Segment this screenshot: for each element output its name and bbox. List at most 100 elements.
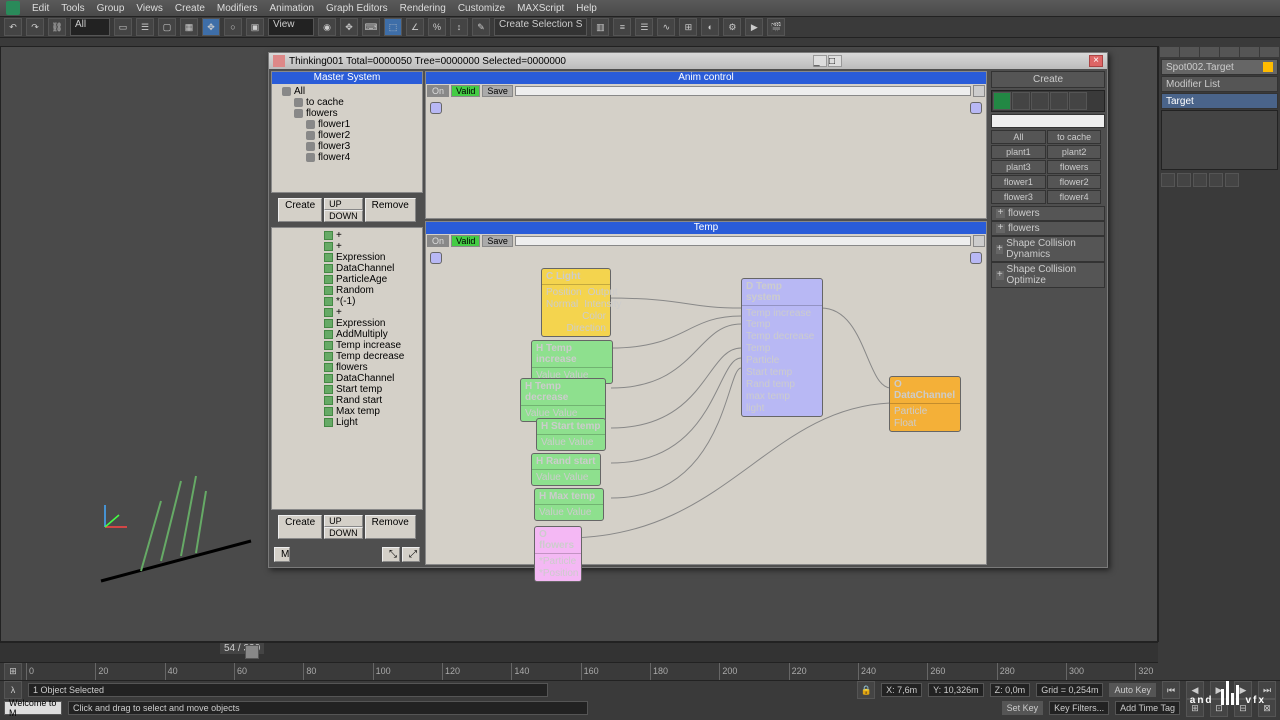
window-crossing-icon[interactable]: ▦	[180, 18, 198, 36]
cat-4-icon[interactable]	[1050, 92, 1068, 110]
dynset-row[interactable]: +Shape Collision Optimize	[991, 262, 1105, 288]
color-swatch[interactable]	[1263, 62, 1273, 72]
tree-item[interactable]: flower3	[274, 141, 420, 152]
expand-icon[interactable]: ⤢	[402, 547, 420, 562]
maxscript-mini-icon[interactable]: λ	[4, 681, 22, 699]
angle-snap-icon[interactable]: ∠	[406, 18, 424, 36]
render-setup-icon[interactable]: ⚙	[723, 18, 741, 36]
timeconfig-icon[interactable]: ⊞	[4, 663, 22, 681]
autokey-button[interactable]: Auto Key	[1109, 683, 1156, 697]
percent-snap-icon[interactable]: %	[428, 18, 446, 36]
show-end-icon[interactable]	[1177, 173, 1191, 187]
operator-item[interactable]: +	[274, 230, 420, 241]
command-panel-tabs[interactable]	[1159, 46, 1280, 58]
object-name[interactable]: Spot002.Target	[1161, 59, 1278, 75]
operator-item[interactable]: Light	[274, 417, 420, 428]
group-cell[interactable]: flower1	[991, 175, 1046, 189]
curve-editor-icon[interactable]: ∿	[657, 18, 675, 36]
named-sel[interactable]: Create Selection S	[494, 18, 587, 36]
temp-save-button[interactable]: Save	[482, 235, 513, 247]
move-icon[interactable]: ✥	[202, 18, 220, 36]
tree-item[interactable]: to cache	[274, 97, 420, 108]
node-d-tempsystem[interactable]: D Temp system Temp increase TempTemp dec…	[741, 278, 823, 417]
pin-stack-icon[interactable]	[1161, 173, 1175, 187]
group-cell[interactable]: flower2	[1047, 175, 1102, 189]
x-coord[interactable]: X: 7,6m	[881, 683, 922, 697]
menu-maxscript[interactable]: MAXScript	[517, 3, 564, 14]
menu-create[interactable]: Create	[175, 3, 205, 14]
tree-item[interactable]: flower4	[274, 152, 420, 163]
menu-animation[interactable]: Animation	[269, 3, 313, 14]
maximize-icon[interactable]: □	[828, 55, 842, 67]
operator-list[interactable]: ++ExpressionDataChannelParticleAgeRandom…	[272, 228, 422, 509]
group-tree[interactable]: Allto cacheflowersflower1flower2flower3f…	[272, 84, 422, 192]
schematic-icon[interactable]: ⊞	[679, 18, 697, 36]
material-editor-icon[interactable]: ◐	[701, 18, 719, 36]
node-h-start-temp[interactable]: H Start temp Value Value	[536, 418, 606, 451]
trackbar[interactable]: 54 / 330	[0, 642, 1158, 662]
menu-rendering[interactable]: Rendering	[400, 3, 446, 14]
dynset-row[interactable]: +Shape Collision Dynamics	[991, 236, 1105, 262]
play-start-icon[interactable]: ⏮	[1162, 681, 1180, 699]
group-cell[interactable]: flower3	[991, 190, 1046, 204]
anim-save-button[interactable]: Save	[482, 85, 513, 97]
operator-item[interactable]: Temp increase	[274, 340, 420, 351]
tree-item[interactable]: flower2	[274, 130, 420, 141]
spinner-snap-icon[interactable]: ↕	[450, 18, 468, 36]
operator-item[interactable]: Random	[274, 285, 420, 296]
menu-modifiers[interactable]: Modifiers	[217, 3, 258, 14]
m-button[interactable]: M	[274, 547, 290, 562]
operator-item[interactable]: Start temp	[274, 384, 420, 395]
temp-valid-button[interactable]: Valid	[451, 235, 480, 247]
main-menubar[interactable]: Edit Tools Group Views Create Modifiers …	[0, 0, 1280, 16]
node-o-datachannel[interactable]: O DataChannel ParticleFloat	[889, 376, 961, 432]
tree-item[interactable]: flowers	[274, 108, 420, 119]
down-button[interactable]: DOWN	[324, 210, 363, 222]
undo-icon[interactable]: ↶	[4, 18, 22, 36]
scale-icon[interactable]: ▣	[246, 18, 264, 36]
dialog-titlebar[interactable]: Thinking001 Total=0000050 Tree=0000000 S…	[269, 53, 1107, 69]
temp-output-port[interactable]	[970, 252, 982, 264]
redo-icon[interactable]: ↷	[26, 18, 44, 36]
render-frame-icon[interactable]: ▶	[745, 18, 763, 36]
operator-item[interactable]: Max temp	[274, 406, 420, 417]
link-icon[interactable]: ⛓	[48, 18, 66, 36]
temp-name-field[interactable]	[515, 236, 971, 246]
snap-icon[interactable]: ⬚	[384, 18, 402, 36]
pivot-icon[interactable]: ◉	[318, 18, 336, 36]
y-coord[interactable]: Y: 10,326m	[928, 683, 984, 697]
anim-canvas[interactable]	[426, 98, 986, 216]
operator-item[interactable]: Expression	[274, 252, 420, 263]
edit-named-sel-icon[interactable]: ✎	[472, 18, 490, 36]
menu-grapheditors[interactable]: Graph Editors	[326, 3, 388, 14]
configure-icon[interactable]	[1225, 173, 1239, 187]
group-cell[interactable]: flowers	[1047, 160, 1102, 174]
create-search-input[interactable]	[991, 114, 1105, 128]
menu-customize[interactable]: Customize	[458, 3, 505, 14]
operator-item[interactable]: Temp decrease	[274, 351, 420, 362]
addtimetag-button[interactable]: Add Time Tag	[1115, 701, 1180, 715]
cat-3-icon[interactable]	[1031, 92, 1049, 110]
temp-show-icon[interactable]	[973, 235, 985, 247]
anim-name-field[interactable]	[515, 86, 971, 96]
modifier-stack-item[interactable]: Target	[1161, 93, 1278, 109]
selection-filter[interactable]: All	[70, 18, 110, 36]
operator-item[interactable]: +	[274, 241, 420, 252]
operator-item[interactable]: AddMultiply	[274, 329, 420, 340]
menu-views[interactable]: Views	[136, 3, 163, 14]
close-icon[interactable]: ×	[1089, 55, 1103, 67]
anim-input-port[interactable]	[430, 102, 442, 114]
minimize-icon[interactable]: _	[813, 55, 827, 67]
maxscript-listener[interactable]: Welcome to M	[4, 701, 62, 715]
rotate-icon[interactable]: ○	[224, 18, 242, 36]
create-group-button[interactable]: Create	[278, 198, 322, 222]
menu-help[interactable]: Help	[576, 3, 597, 14]
tree-item[interactable]: flower1	[274, 119, 420, 130]
group-cell[interactable]: to cache	[1047, 130, 1102, 144]
up-op-button[interactable]: UP	[324, 515, 363, 527]
anim-show-icon[interactable]	[973, 85, 985, 97]
select-name-icon[interactable]: ☰	[136, 18, 154, 36]
collapse-icon[interactable]: ⤡	[382, 547, 400, 562]
setkey-button[interactable]: Set Key	[1002, 701, 1044, 715]
node-h-temp-decrease[interactable]: H Temp decrease Value Value	[520, 378, 606, 422]
